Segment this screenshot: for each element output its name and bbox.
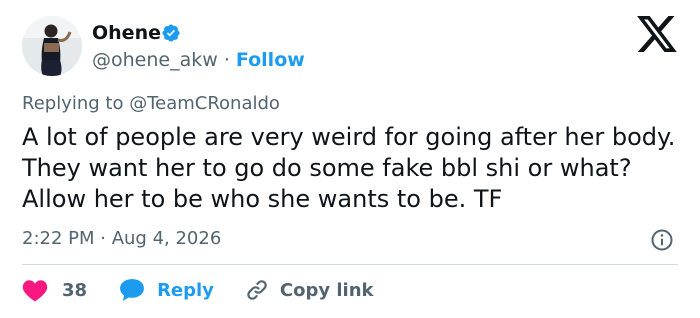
avatar-photo <box>22 16 82 76</box>
replying-to: Replying to @TeamCRonaldo <box>22 92 280 116</box>
verified-badge-icon <box>162 24 180 42</box>
x-logo-icon[interactable] <box>637 16 677 52</box>
tweet-date[interactable]: Aug 4, 2026 <box>112 228 222 249</box>
like-count: 38 <box>62 279 88 301</box>
author-handle-line: @ohene_akw · Follow <box>92 48 305 72</box>
tweet-timestamp[interactable]: 2:22 PM · Aug 4, 2026 <box>22 227 221 251</box>
reply-button[interactable]: Reply <box>119 276 214 304</box>
copy-link-button[interactable]: Copy link <box>244 276 374 304</box>
replying-to-prefix: Replying to <box>22 93 130 114</box>
author-display-name[interactable]: Ohene <box>92 21 161 45</box>
link-icon <box>247 280 267 300</box>
like-button[interactable]: 38 <box>22 276 87 304</box>
tweet-time[interactable]: 2:22 PM <box>22 228 95 249</box>
replying-to-handle[interactable]: @TeamCRonaldo <box>129 93 280 114</box>
follow-button[interactable]: Follow <box>236 49 305 71</box>
timestamp-separator: · <box>94 228 112 249</box>
reply-label: Reply <box>157 279 214 301</box>
divider <box>22 264 678 265</box>
handle-separator: · <box>217 49 236 71</box>
tweet-text: A lot of people are very weird for going… <box>22 123 684 213</box>
copy-link-label: Copy link <box>279 279 374 301</box>
heart-icon <box>22 280 48 302</box>
author-handle[interactable]: @ohene_akw <box>92 49 218 71</box>
action-bar: 38 Reply Copy link <box>22 276 374 304</box>
avatar[interactable] <box>22 16 82 76</box>
speech-bubble-icon <box>120 279 144 301</box>
info-icon[interactable] <box>650 228 674 252</box>
tweet-card: Ohene @ohene_akw · Follow Replying to @T… <box>0 0 700 318</box>
